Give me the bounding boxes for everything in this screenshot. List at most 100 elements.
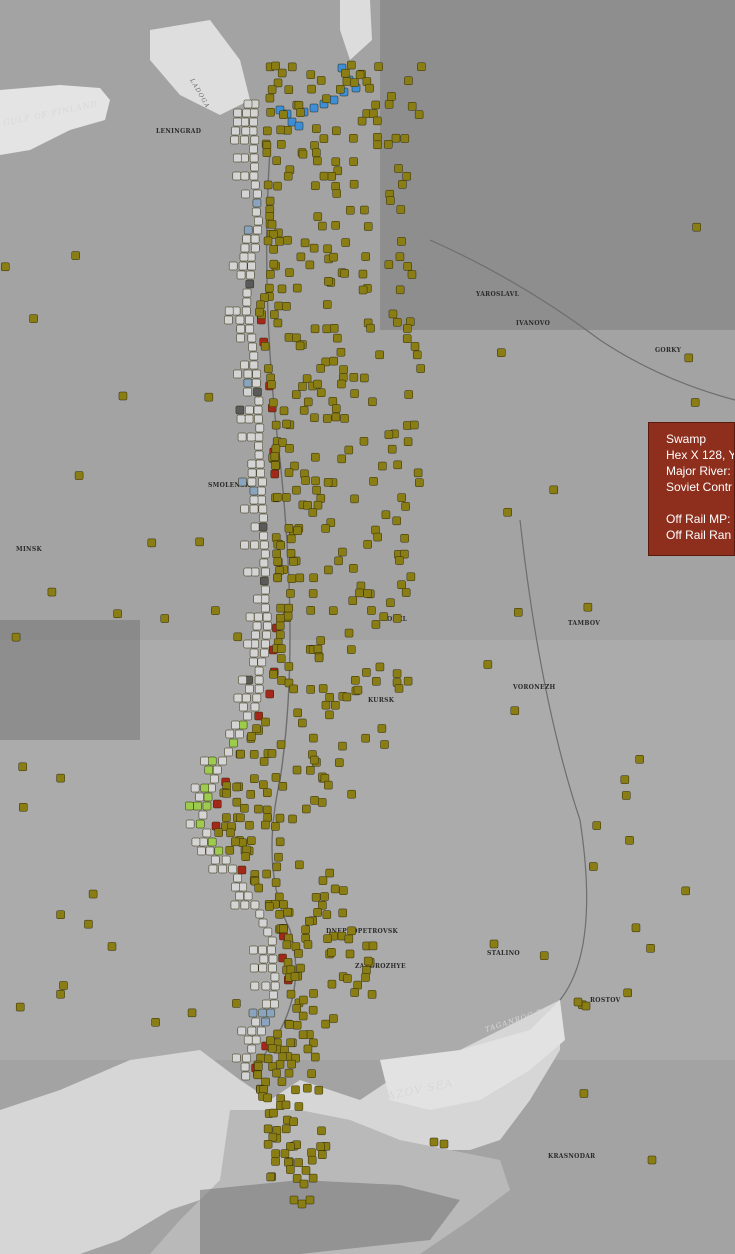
axis-unit-counter[interactable]	[247, 1026, 257, 1036]
soviet-unit-counter[interactable]	[266, 270, 275, 279]
soviet-unit-counter[interactable]	[273, 1029, 282, 1039]
soviet-unit-counter[interactable]	[268, 398, 278, 408]
axis-unit-counter[interactable]	[240, 540, 249, 550]
soviet-unit-counter[interactable]	[225, 846, 235, 855]
soviet-unit-counter[interactable]	[349, 179, 359, 189]
soviet-unit-counter[interactable]	[263, 236, 273, 246]
soviet-unit-counter[interactable]	[325, 868, 335, 878]
soviet-unit-counter[interactable]	[402, 334, 412, 343]
axis-unit-counter[interactable]	[254, 675, 264, 685]
soviet-unit-counter[interactable]	[350, 78, 359, 87]
soviet-unit-counter[interactable]	[361, 252, 370, 261]
soviet-unit-counter[interactable]	[274, 852, 283, 862]
soviet-unit-counter[interactable]	[392, 516, 401, 526]
soviet-unit-counter[interactable]	[303, 940, 313, 949]
soviet-unit-counter[interactable]	[273, 492, 282, 502]
soviet-unit-counter[interactable]	[107, 942, 117, 951]
soviet-unit-counter[interactable]	[692, 222, 701, 232]
soviet-unit-counter[interactable]	[311, 181, 320, 191]
axis-unit-counter[interactable]	[255, 909, 265, 919]
axis-red-unit-counter[interactable]	[270, 469, 280, 479]
soviet-unit-counter[interactable]	[325, 692, 334, 702]
axis-unit-counter[interactable]	[190, 783, 200, 793]
soviet-unit-counter[interactable]	[347, 645, 356, 654]
axis-unit-counter[interactable]	[233, 108, 243, 118]
soviet-unit-counter[interactable]	[690, 398, 700, 407]
axis-unit-counter[interactable]	[202, 801, 212, 811]
soviet-unit-counter[interactable]	[275, 813, 285, 823]
soviet-unit-counter[interactable]	[384, 100, 394, 109]
axis-unit-counter[interactable]	[242, 288, 252, 298]
soviet-unit-counter[interactable]	[349, 564, 358, 573]
soviet-unit-counter[interactable]	[403, 676, 413, 686]
soviet-unit-counter[interactable]	[350, 988, 359, 997]
soviet-unit-counter[interactable]	[329, 323, 339, 333]
soviet-unit-counter[interactable]	[294, 101, 304, 110]
soviet-unit-counter[interactable]	[286, 989, 296, 999]
soviet-unit-counter[interactable]	[274, 301, 284, 311]
soviet-unit-counter[interactable]	[277, 644, 286, 653]
axis-unit-counter[interactable]	[240, 171, 250, 181]
soviet-unit-counter[interactable]	[272, 156, 281, 166]
soviet-unit-counter[interactable]	[384, 430, 394, 439]
soviet-unit-counter[interactable]	[503, 507, 512, 517]
soviet-unit-counter[interactable]	[406, 572, 416, 582]
axis-unit-counter[interactable]	[251, 243, 260, 253]
soviet-unit-counter[interactable]	[270, 310, 279, 319]
soviet-unit-counter[interactable]	[319, 171, 329, 181]
soviet-unit-counter[interactable]	[233, 632, 243, 642]
axis-unit-counter[interactable]	[251, 207, 261, 217]
axis-unit-counter[interactable]	[250, 234, 260, 244]
soviet-unit-counter[interactable]	[298, 149, 308, 159]
axis-unit-counter[interactable]	[242, 693, 251, 703]
axis-unit-counter[interactable]	[252, 369, 261, 379]
soviet-unit-counter[interactable]	[483, 660, 493, 669]
axis-unit-counter[interactable]	[196, 819, 205, 829]
soviet-unit-counter[interactable]	[283, 907, 292, 917]
axis-unit-counter[interactable]	[254, 441, 263, 451]
axis-unit-counter[interactable]	[200, 783, 209, 793]
soviet-unit-counter[interactable]	[252, 724, 261, 733]
soviet-unit-counter[interactable]	[341, 238, 350, 247]
soviet-unit-counter[interactable]	[195, 537, 204, 547]
soviet-unit-counter[interactable]	[355, 70, 365, 80]
axis-unit-counter[interactable]	[247, 468, 257, 478]
soviet-unit-counter[interactable]	[318, 1150, 327, 1159]
soviet-unit-counter[interactable]	[59, 981, 68, 990]
axis-unit-counter[interactable]	[270, 999, 279, 1009]
soviet-unit-counter[interactable]	[84, 919, 93, 929]
soviet-unit-counter[interactable]	[344, 628, 354, 638]
soviet-unit-counter[interactable]	[250, 774, 259, 783]
soviet-unit-counter[interactable]	[269, 670, 278, 679]
soviet-unit-counter[interactable]	[268, 1132, 278, 1142]
soviet-unit-counter[interactable]	[247, 732, 256, 741]
axis-unit-counter[interactable]	[255, 423, 265, 433]
axis-red-unit-counter[interactable]	[265, 689, 274, 699]
axis-unit-counter[interactable]	[243, 567, 253, 577]
axis-unit-counter[interactable]	[245, 405, 254, 415]
soviet-unit-counter[interactable]	[302, 804, 311, 814]
soviet-unit-counter[interactable]	[347, 926, 356, 936]
axis-unit-counter[interactable]	[270, 981, 280, 991]
axis-unit-counter[interactable]	[256, 486, 266, 496]
soviet-unit-counter[interactable]	[294, 1102, 304, 1111]
soviet-unit-counter[interactable]	[281, 1100, 291, 1110]
axis-unit-counter[interactable]	[268, 954, 278, 964]
soviet-unit-counter[interactable]	[371, 100, 380, 110]
german-unit-counter[interactable]	[329, 95, 339, 105]
soviet-unit-counter[interactable]	[368, 941, 378, 951]
axis-unit-counter[interactable]	[252, 693, 262, 703]
soviet-unit-counter[interactable]	[349, 157, 358, 166]
soviet-unit-counter[interactable]	[381, 510, 391, 520]
soviet-unit-counter[interactable]	[357, 116, 367, 126]
soviet-unit-counter[interactable]	[305, 1195, 315, 1205]
soviet-unit-counter[interactable]	[314, 1085, 324, 1095]
soviet-unit-counter[interactable]	[240, 803, 249, 813]
soviet-unit-counter[interactable]	[291, 1085, 300, 1095]
soviet-unit-counter[interactable]	[339, 365, 348, 374]
soviet-unit-counter[interactable]	[295, 573, 305, 583]
soviet-unit-counter[interactable]	[269, 245, 278, 254]
soviet-unit-counter[interactable]	[401, 502, 410, 511]
soviet-unit-counter[interactable]	[372, 677, 381, 686]
soviet-unit-counter[interactable]	[539, 951, 549, 960]
